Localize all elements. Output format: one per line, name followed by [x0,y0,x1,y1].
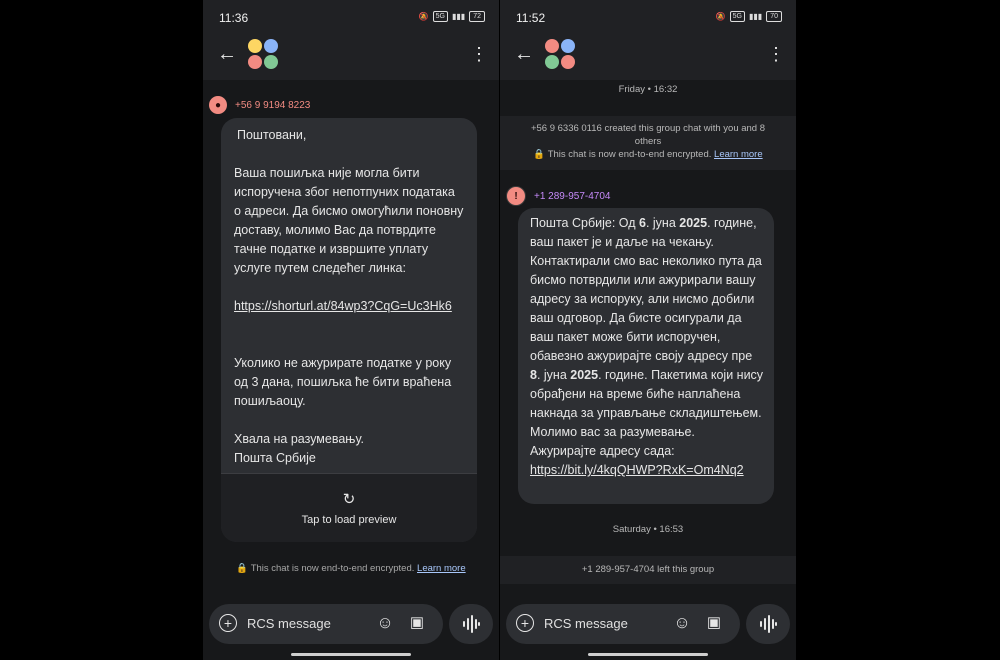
add-attachment-icon[interactable]: + [516,614,534,632]
group-avatar-icon[interactable] [247,38,279,70]
message-bubble[interactable]: Пошта Србије: Од 6. јуна 2025. године, в… [518,208,774,504]
status-bar: 11:36 🔕 5G ▮▮▮ 72 [203,0,499,34]
sender-number: +1 289-957-4704 [534,190,611,202]
waveform-icon [463,615,480,633]
message-bubble[interactable]: Поштовани, Ваша пошиљка није могла бити … [221,118,477,542]
learn-more-link[interactable]: Learn more [417,563,466,574]
home-indicator [291,653,411,656]
back-arrow-icon[interactable]: ← [215,42,239,66]
message-thanks: Хвала на разумевању. [234,432,364,446]
status-bar: 11:52 🔕 5G ▮▮▮ 70 [500,0,796,34]
status-time: 11:52 [516,11,546,25]
more-options-icon[interactable]: ⋮ [766,42,786,66]
group-created-note: +56 9 6336 0116 created this group chat … [530,123,766,147]
group-info-block: +56 9 6336 0116 created this group chat … [500,116,796,170]
mute-icon: 🔕 [715,12,726,21]
encryption-note: 🔒 This chat is now end-to-end encrypted.… [236,563,466,574]
mute-icon: 🔕 [418,12,429,21]
more-options-icon[interactable]: ⋮ [469,42,489,66]
member-left-note: +1 289-957-4704 left this group [500,556,796,584]
person-icon: ● [209,96,227,114]
right-phone-screen: 11:52 🔕 5G ▮▮▮ 70 ← ⋮ Friday • 16:32 +56… [500,0,796,660]
message-link[interactable]: https://bit.ly/4kqQHWP?RxK=Om4Nq2 [530,461,764,480]
message-body: Ваша пошиљка није могла бити испоручена … [234,166,464,275]
message-body: Пошта Србије: Од 6. јуна 2025. године, в… [530,216,764,458]
app-bar: ← ⋮ [203,34,499,78]
home-indicator [588,653,708,656]
status-icons: 🔕 5G ▮▮▮ 72 [419,11,485,22]
emoji-icon[interactable]: ☺ [375,613,395,633]
back-arrow-icon[interactable]: ← [512,42,536,66]
sender-number: +56 9 9194 8223 [235,99,311,111]
sender-row: ● +56 9 9194 8223 [209,96,310,114]
message-greeting: Поштовани, [237,128,307,142]
message-link[interactable]: https://shorturl.at/84wp3?CqG=Uc3Hk6 [234,297,465,316]
compose-bar: + RCS message ☺ ▣ [203,600,499,648]
signal-icon: ▮▮▮ [748,12,763,21]
input-placeholder: RCS message [247,616,331,631]
message-warning: Уколико не ажурирате податке у року од 3… [234,356,452,408]
date-separator: Saturday • 16:53 [612,524,684,535]
signal-icon: ▮▮▮ [451,12,466,21]
message-signature: Пошта Србије [234,451,316,465]
date-separator: Friday • 16:32 [618,84,678,95]
network-icon: 5G [432,11,448,22]
sender-row: ! +1 289-957-4704 [506,186,610,206]
conversation: ● +56 9 9194 8223 Поштовани, Ваша пошиљк… [203,80,499,660]
gallery-icon[interactable]: ▣ [407,613,427,633]
lock-icon: 🔒 [236,563,249,574]
status-icons: 🔕 5G ▮▮▮ 70 [716,11,782,22]
learn-more-link[interactable]: Learn more [714,149,763,160]
compose-bar: + RCS message ☺ ▣ [500,600,796,648]
emoji-icon[interactable]: ☺ [672,613,692,633]
status-time: 11:36 [219,11,249,25]
message-input[interactable]: + RCS message ☺ ▣ [506,604,740,644]
warning-icon: ! [506,186,526,206]
left-phone-screen: 11:36 🔕 5G ▮▮▮ 72 ← ⋮ ● +56 9 9194 8223 … [203,0,499,660]
battery-icon: 70 [766,11,782,22]
add-attachment-icon[interactable]: + [219,614,237,632]
app-bar: ← ⋮ [500,34,796,78]
conversation: Friday • 16:32 +56 9 6336 0116 created t… [500,80,796,660]
battery-icon: 72 [469,11,485,22]
tap-to-load-preview: Tap to load preview [301,514,397,526]
waveform-icon [760,615,777,633]
gallery-icon[interactable]: ▣ [704,613,724,633]
input-placeholder: RCS message [544,616,628,631]
link-preview[interactable]: ↻ Tap to load preview [221,473,477,542]
voice-message-button[interactable] [449,604,493,644]
group-avatar-icon[interactable] [544,38,576,70]
reload-icon: ↻ [342,491,356,508]
network-icon: 5G [729,11,745,22]
voice-message-button[interactable] [746,604,790,644]
message-input[interactable]: + RCS message ☺ ▣ [209,604,443,644]
lock-icon: 🔒 [533,149,546,160]
encryption-note: 🔒 This chat is now end-to-end encrypted.… [533,149,763,160]
